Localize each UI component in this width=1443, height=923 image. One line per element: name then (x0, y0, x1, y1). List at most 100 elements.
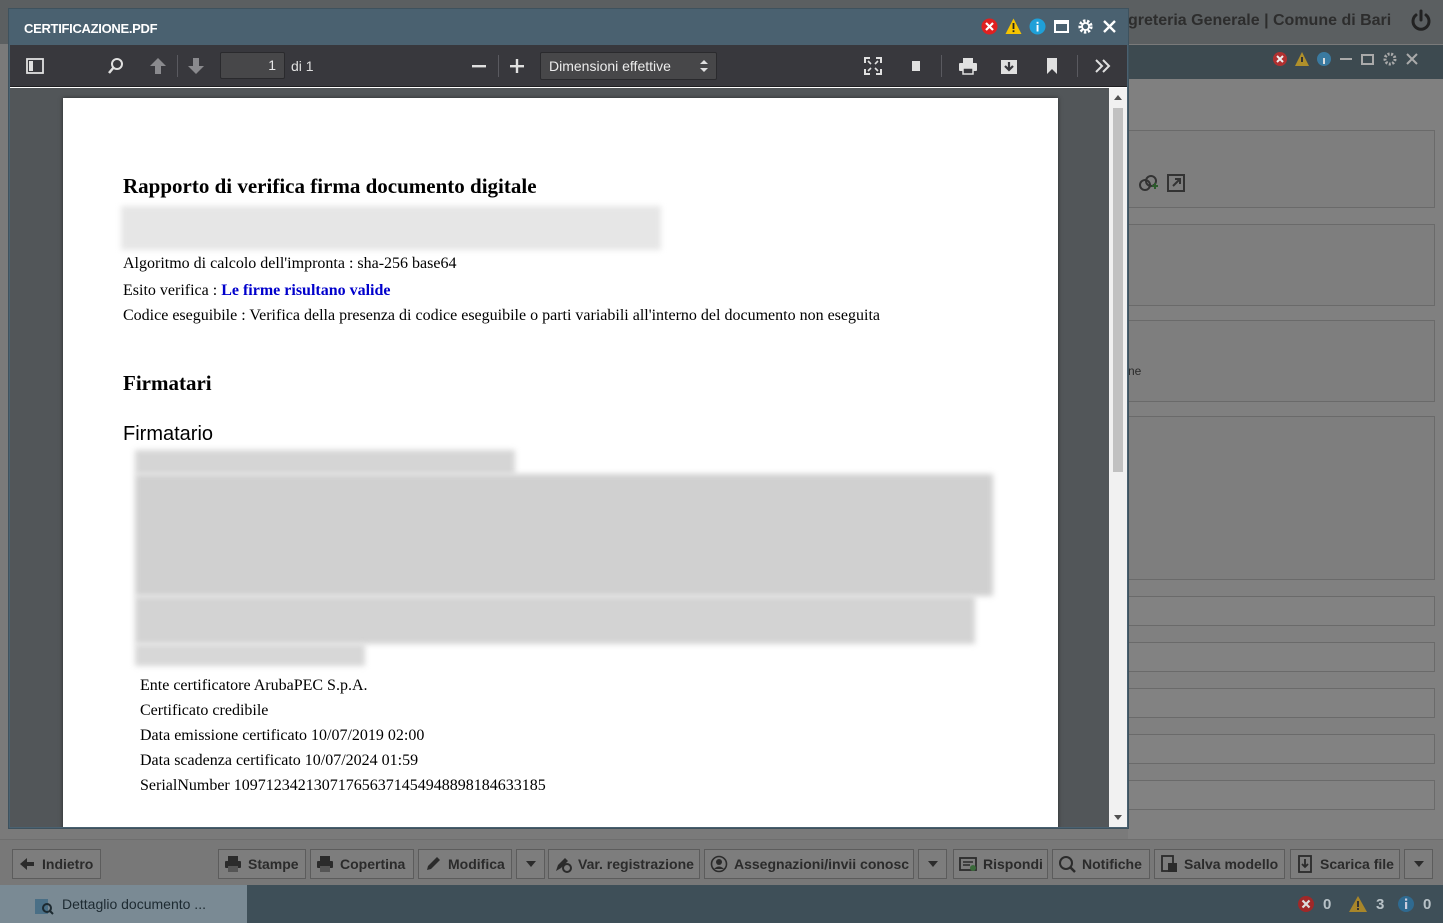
double-chevron-right-icon (1095, 59, 1111, 73)
error-icon[interactable] (981, 18, 998, 35)
bottom-toolbar: Indietro Stampe Copertina Modifica Var. … (0, 839, 1443, 885)
background-field[interactable] (1128, 688, 1435, 718)
var-registrazione-label: Var. registrazione (578, 856, 694, 872)
pdf-modal-window: CERTIFICAZIONE.PDF 1 di 1 Dimensioni eff… (8, 8, 1129, 829)
task-dettaglio-documento[interactable]: Dettaglio documento ... (0, 885, 247, 923)
zoom-select[interactable]: Dimensioni effettive (540, 52, 717, 80)
save-template-icon (1161, 855, 1177, 872)
link-add-icon[interactable] (1137, 173, 1159, 193)
toolbar-divider (941, 55, 942, 77)
external-link-icon[interactable] (1167, 174, 1185, 192)
modifica-dropdown[interactable] (516, 849, 545, 879)
error-icon (1298, 896, 1314, 912)
background-field[interactable] (1128, 642, 1435, 672)
document-icon (912, 61, 920, 71)
scroll-thumb[interactable] (1113, 108, 1123, 472)
task-label: Dettaglio documento ... (62, 896, 206, 912)
scroll-down-arrow-icon[interactable] (1114, 815, 1122, 820)
redacted-signer-name (135, 450, 515, 474)
copertina-label: Copertina (340, 856, 406, 872)
var-registrazione-button[interactable]: Var. registrazione (548, 849, 700, 879)
gear-icon[interactable] (1077, 18, 1094, 35)
print-button[interactable] (954, 54, 982, 78)
redacted-file-info (121, 206, 661, 250)
scroll-up-arrow-icon[interactable] (1114, 95, 1122, 100)
background-panel (1128, 320, 1435, 402)
modifica-button[interactable]: Modifica (418, 849, 512, 879)
signer-detail-line: Ente certificatore ArubaPEC S.p.A. (140, 677, 368, 694)
info-icon[interactable] (1029, 18, 1046, 35)
download-file-icon (1298, 855, 1312, 873)
zoom-out-button[interactable] (465, 54, 493, 78)
bookmark-button[interactable] (1038, 54, 1066, 78)
scarica-file-button[interactable]: Scarica file (1290, 849, 1400, 879)
page-number-input[interactable]: 1 (220, 52, 285, 79)
bookmark-icon (1047, 58, 1057, 74)
toolbar-divider (498, 55, 499, 77)
find-button[interactable] (102, 54, 130, 78)
scarica-file-dropdown[interactable] (1404, 849, 1433, 879)
background-field[interactable] (1128, 596, 1435, 626)
document-search-icon (35, 899, 54, 915)
back-button-label: Indietro (42, 856, 94, 872)
algorithm-line: Algoritmo di calcolo dell'impronta : sha… (123, 255, 457, 272)
status-info[interactable]: 0 (1397, 895, 1431, 913)
toolbar-divider (177, 55, 178, 77)
background-field[interactable] (1128, 734, 1435, 764)
maximize-icon[interactable] (1053, 18, 1070, 35)
assegnazioni-dropdown[interactable] (918, 849, 947, 879)
warning-icon[interactable] (1005, 18, 1022, 35)
minimize-icon[interactable] (1338, 51, 1354, 67)
error-icon[interactable] (1272, 51, 1288, 67)
previous-page-button[interactable] (144, 54, 172, 78)
tools-menu-button[interactable] (1089, 54, 1117, 78)
warnings-count: 3 (1376, 895, 1385, 913)
document-title: Rapporto di verifica firma documento dig… (123, 174, 537, 198)
next-page-button[interactable] (182, 54, 210, 78)
page-count-label: di 1 (291, 58, 314, 74)
info-icon (1398, 896, 1414, 912)
pdf-page: Rapporto di verifica firma documento dig… (63, 98, 1058, 827)
assegnazioni-button[interactable]: Assegnazioni/invii conosc (704, 849, 914, 879)
arrow-up-icon (150, 58, 166, 74)
modal-controls (981, 18, 1118, 35)
background-field[interactable] (1128, 780, 1435, 810)
scarica-file-label: Scarica file (1320, 856, 1394, 872)
close-icon[interactable] (1404, 51, 1420, 67)
rispondi-button[interactable]: Rispondi (953, 849, 1048, 879)
download-button[interactable] (995, 54, 1023, 78)
background-panel-text: ne (1128, 364, 1142, 378)
copertina-button[interactable]: Copertina (310, 849, 414, 879)
status-errors[interactable]: 0 (1297, 895, 1331, 913)
info-icon[interactable] (1316, 51, 1332, 67)
background-window-controls (1272, 51, 1420, 67)
salva-modello-label: Salva modello (1184, 856, 1279, 872)
zoom-in-button[interactable] (503, 54, 531, 78)
vertical-scrollbar[interactable] (1109, 88, 1127, 827)
assegnazioni-label: Assegnazioni/invii conosc (734, 856, 910, 872)
sidebar-toggle-button[interactable] (21, 54, 49, 78)
chevron-down-icon (525, 861, 536, 867)
notifiche-label: Notifiche (1082, 856, 1142, 872)
notification-search-icon (1059, 856, 1076, 873)
close-icon[interactable] (1101, 18, 1118, 35)
pdf-viewport[interactable]: Rapporto di verifica firma documento dig… (10, 88, 1109, 827)
signer-detail-line: SerialNumber 109712342130717656371454948… (140, 777, 546, 794)
printer-icon (225, 856, 241, 872)
edit-registration-icon (556, 858, 572, 873)
restore-icon[interactable] (1360, 51, 1376, 67)
notifiche-button[interactable]: Notifiche (1052, 849, 1150, 879)
signers-heading: Firmatari (123, 371, 212, 395)
power-icon[interactable] (1408, 8, 1434, 34)
gear-icon[interactable] (1382, 51, 1398, 67)
open-file-button[interactable] (902, 54, 930, 78)
printer-icon (959, 58, 977, 75)
toolbar-divider (1077, 55, 1078, 77)
back-button[interactable]: Indietro (12, 849, 101, 879)
salva-modello-button[interactable]: Salva modello (1154, 849, 1285, 879)
status-warnings[interactable]: 3 (1348, 895, 1384, 913)
presentation-mode-button[interactable] (859, 54, 887, 78)
chevron-down-icon (927, 861, 938, 867)
warning-icon[interactable] (1294, 51, 1310, 67)
stampe-button[interactable]: Stampe (218, 849, 306, 879)
